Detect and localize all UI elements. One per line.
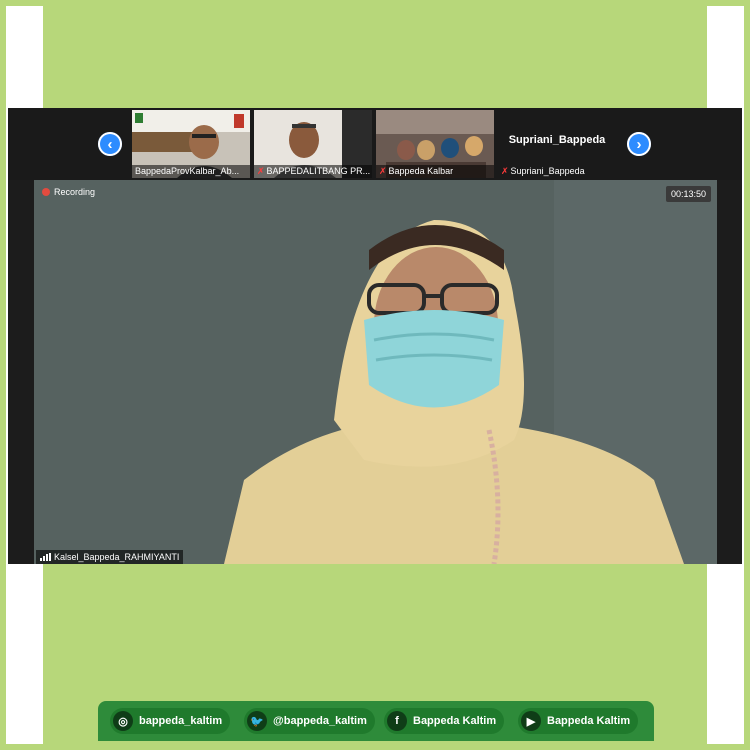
social-label: @bappeda_kaltim [273, 715, 367, 727]
social-label: Bappeda Kaltim [547, 715, 631, 727]
chevron-left-icon[interactable]: ‹ [98, 132, 122, 156]
twitter-icon: 🐦 [247, 711, 267, 731]
social-media-bar: ◎ bappeda_kaltim 🐦 @bappeda_kaltim f Bap… [98, 701, 654, 741]
mic-muted-icon: ✗ [501, 166, 509, 176]
recording-indicator: Recording [42, 187, 95, 197]
participant-name: ✗ Supriani_Bappeda [501, 166, 585, 176]
participant-thumbnail[interactable]: ✗ BAPPEDALITBANG PR... [254, 110, 372, 178]
participant-thumbnail[interactable]: BappedaProvKalbar_Ab... [132, 110, 250, 178]
participant-strip: ‹ BappedaProvKalbar_Ab... ✗ BAPPEDALITBA… [8, 108, 742, 180]
meeting-timer: 00:13:50 [665, 186, 711, 202]
participant-display-name: Supriani_Bappeda [508, 134, 606, 146]
speaker-name: Kalsel_Bappeda_RAHMIYANTI [54, 552, 180, 562]
instagram-icon: ◎ [113, 711, 133, 731]
mic-muted-icon: ✗ [379, 166, 387, 176]
speaker-image [34, 180, 717, 564]
speaker-name-tag: Kalsel_Bappeda_RAHMIYANTI [36, 550, 184, 564]
social-instagram[interactable]: ◎ bappeda_kaltim [110, 708, 231, 734]
social-youtube[interactable]: ▶ Bappeda Kaltim [518, 708, 639, 734]
zoom-meeting-window: ‹ BappedaProvKalbar_Ab... ✗ BAPPEDALITBA… [8, 108, 742, 564]
social-facebook[interactable]: f Bappeda Kaltim [384, 708, 505, 734]
social-label: Bappeda Kaltim [413, 715, 497, 727]
facebook-icon: f [387, 711, 407, 731]
youtube-icon: ▶ [521, 711, 541, 731]
signal-strength-icon [40, 553, 51, 561]
active-speaker-video: Recording 00:13:50 Kalsel_Bappeda_RAHMIY… [34, 180, 717, 564]
recording-label: Recording [54, 187, 96, 197]
participant-name: BappedaProvKalbar_Ab... [132, 165, 250, 178]
participant-thumbnail[interactable]: Supriani_Bappeda ✗ Supriani_Bappeda [498, 110, 616, 178]
social-twitter[interactable]: 🐦 @bappeda_kaltim [244, 708, 375, 734]
recording-dot-icon [42, 188, 50, 196]
mic-muted-icon: ✗ [257, 166, 265, 176]
participant-name: ✗ Bappeda Kalbar [376, 165, 494, 178]
chevron-right-icon[interactable]: › [627, 132, 651, 156]
participant-thumbnail[interactable]: ✗ Bappeda Kalbar [376, 110, 494, 178]
social-label: bappeda_kaltim [139, 715, 223, 727]
participant-name: ✗ BAPPEDALITBANG PR... [254, 165, 372, 178]
